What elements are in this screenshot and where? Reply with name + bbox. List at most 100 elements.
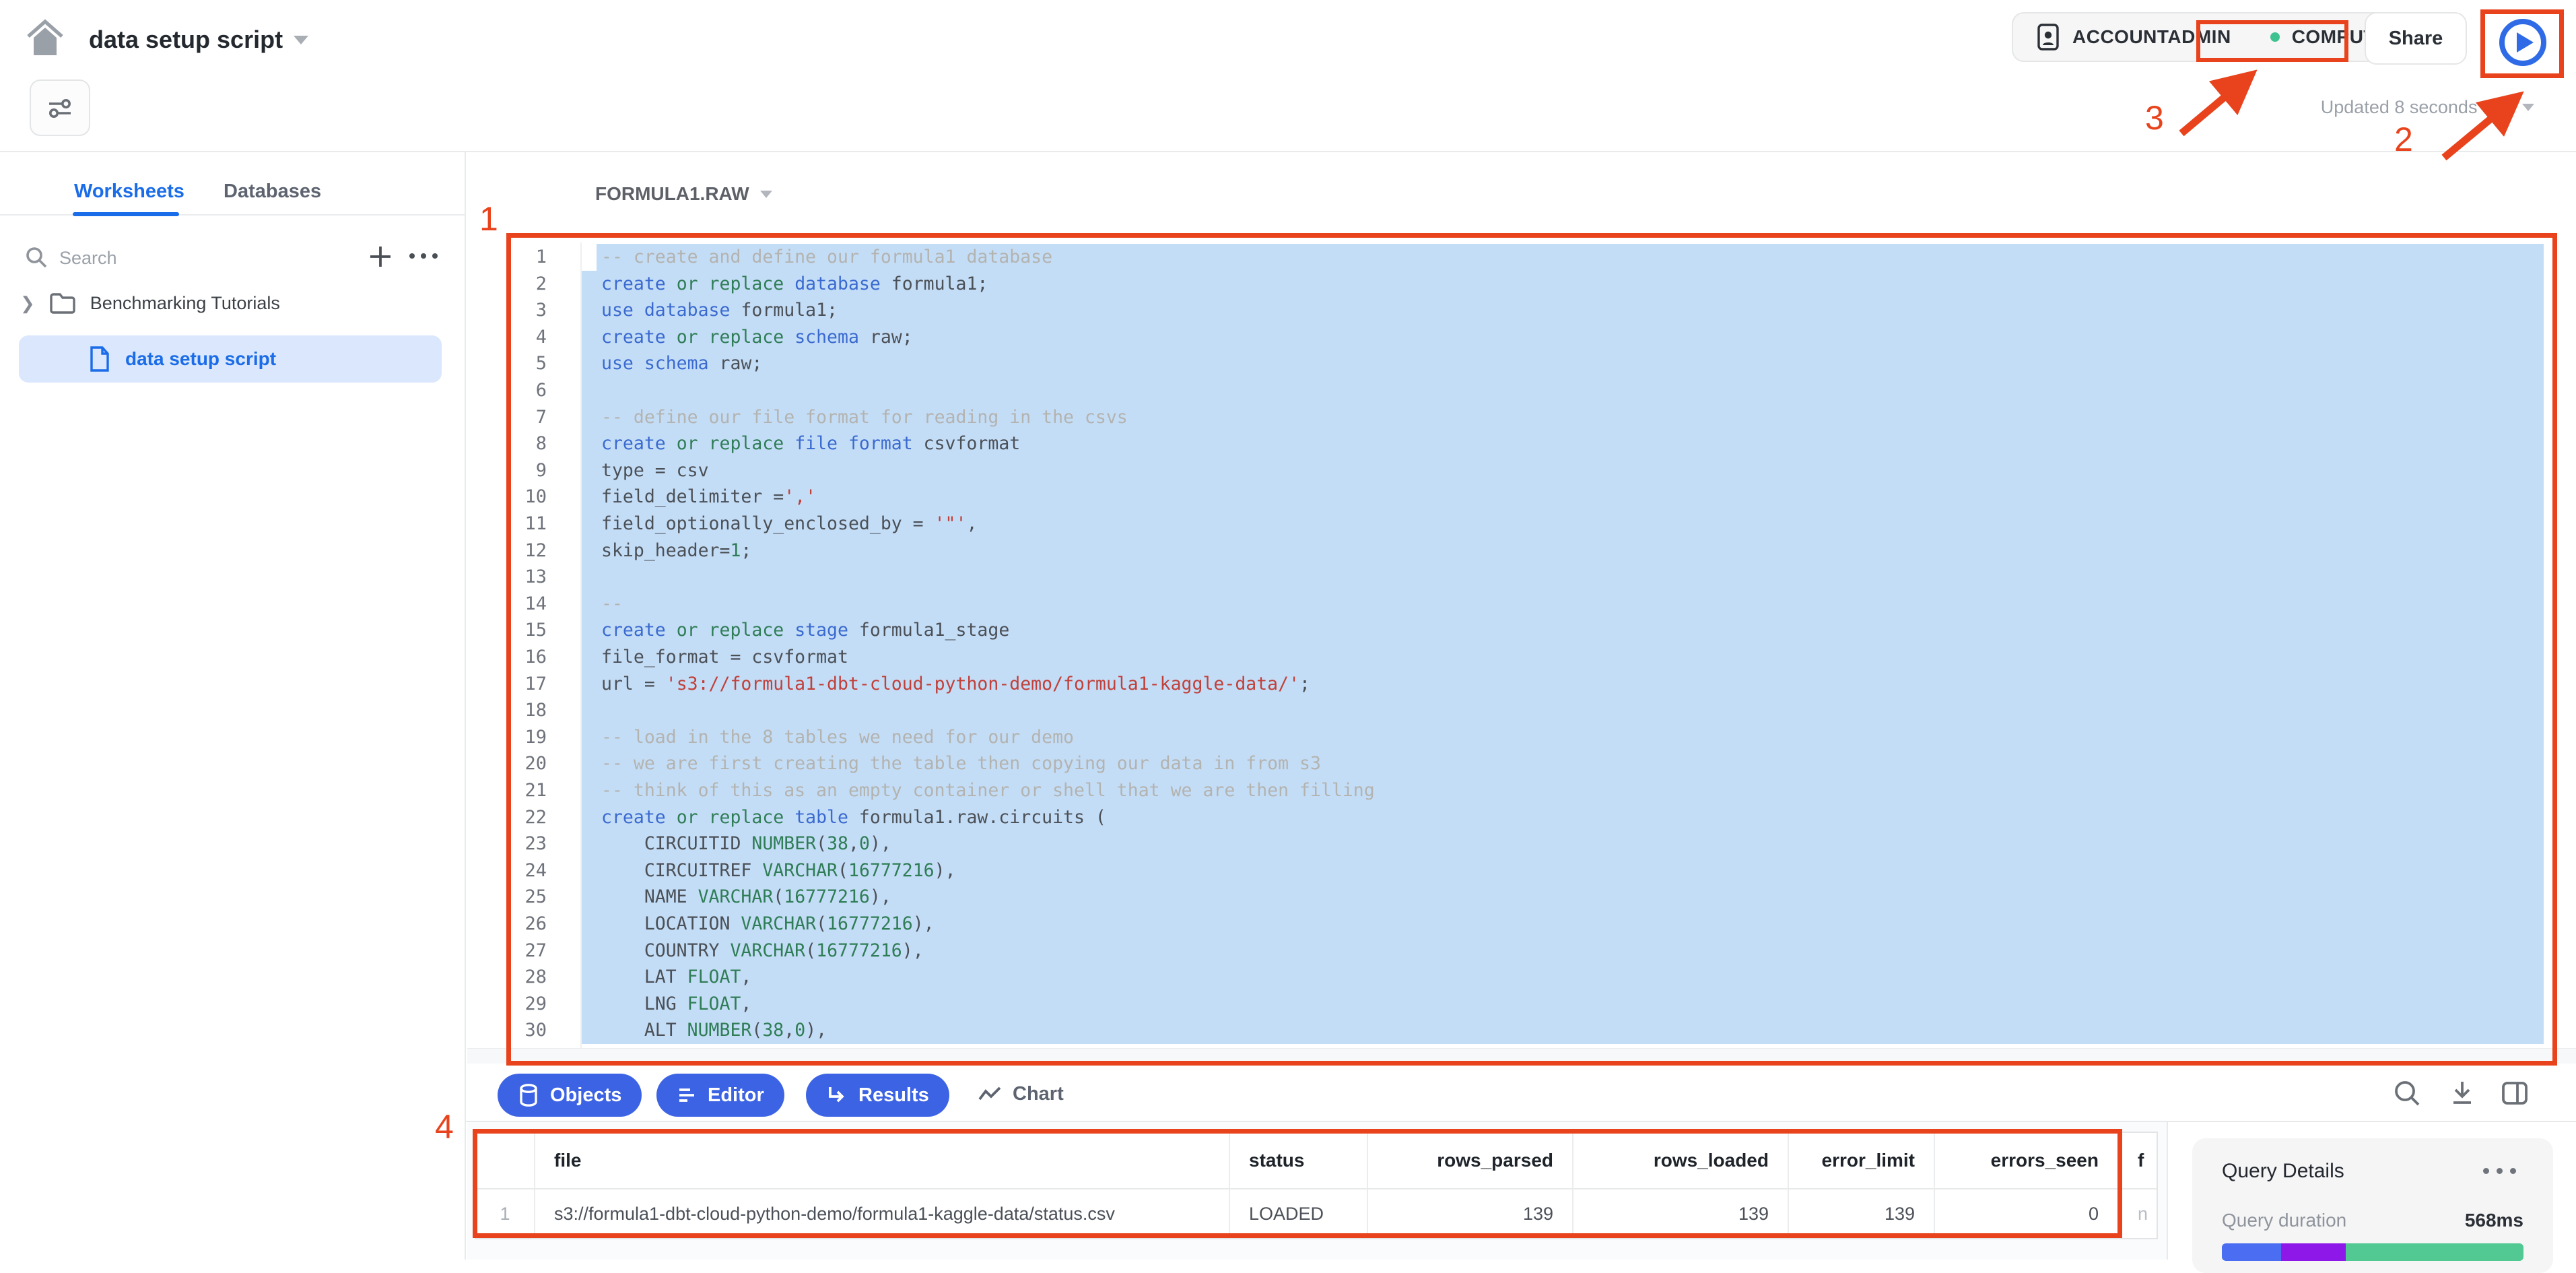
objects-label: Objects — [550, 1084, 621, 1107]
code-line[interactable]: LOCATION VARCHAR(16777216), — [582, 911, 2544, 938]
table-cell: 1 — [476, 1189, 535, 1238]
code-line[interactable]: create or replace database formula1; — [582, 271, 2544, 298]
code-line[interactable]: -- load in the 8 tables we need for our … — [582, 724, 2544, 751]
code-line[interactable]: skip_header=1; — [582, 537, 2544, 564]
code-token: , — [741, 993, 751, 1014]
code-line[interactable]: CIRCUITREF VARCHAR(16777216), — [582, 857, 2544, 884]
code-line[interactable]: CIRCUITID NUMBER(38,0), — [582, 830, 2544, 857]
code-line[interactable]: file_format = csvformat — [582, 644, 2544, 671]
code-token: VARCHAR — [762, 860, 838, 881]
code-token: create — [601, 807, 677, 828]
table-cell: 139 — [1789, 1189, 1935, 1238]
editor-horizontal-scrollbar[interactable] — [467, 1048, 2576, 1064]
code-line[interactable] — [582, 697, 2544, 724]
table-header-cell: rows_loaded — [1573, 1133, 1789, 1188]
code-line[interactable]: field_optionally_enclosed_by = '"', — [582, 511, 2544, 537]
code-line[interactable]: -- think of this as an empty container o… — [582, 777, 2544, 804]
results-table: filestatusrows_parsedrows_loadederror_li… — [475, 1132, 2158, 1239]
code-line[interactable]: -- — [582, 591, 2544, 618]
search-results-button[interactable] — [2392, 1078, 2422, 1112]
editor-button[interactable]: Editor — [656, 1074, 784, 1117]
line-number: 15 — [493, 617, 547, 644]
duration-bar-segment — [2222, 1243, 2281, 1261]
columns-icon — [2499, 1078, 2530, 1109]
line-number: 4 — [493, 324, 547, 351]
code-line[interactable]: NAME VARCHAR(16777216), — [582, 884, 2544, 911]
code-token: , — [966, 513, 977, 534]
code-line[interactable]: create or replace file format csvformat — [582, 430, 2544, 457]
code-line[interactable] — [582, 564, 2544, 591]
table-header-cell: errors_seen — [1935, 1133, 2119, 1188]
table-cell: 139 — [1368, 1189, 1573, 1238]
code-line[interactable]: LAT FLOAT, — [582, 964, 2544, 991]
code-line[interactable]: -- we are first creating the table then … — [582, 750, 2544, 777]
code-line[interactable]: use database formula1; — [582, 297, 2544, 324]
code-token: file format — [794, 433, 923, 454]
code-line[interactable]: -- define our file format for reading in… — [582, 404, 2544, 431]
duration-bar-segment — [2281, 1243, 2346, 1261]
duration-bar-segment — [2346, 1243, 2523, 1261]
table-row[interactable]: 1s3://formula1-dbt-cloud-python-demo/for… — [476, 1189, 2157, 1238]
code-line[interactable]: use schema raw; — [582, 350, 2544, 377]
line-number: 3 — [493, 297, 547, 324]
code-token: CIRCUITID — [601, 833, 751, 854]
code-token: database — [794, 273, 891, 294]
code-token: or replace — [677, 273, 795, 294]
code-line[interactable]: create or replace schema raw; — [582, 324, 2544, 351]
code-token: ), — [913, 913, 935, 934]
line-number: 13 — [493, 564, 547, 591]
code-token: 16777216 — [816, 940, 902, 961]
table-cell: LOADED — [1230, 1189, 1368, 1238]
code-token: , — [741, 967, 751, 987]
table-header-cell — [476, 1133, 535, 1188]
code-token: -- we are first creating the table then … — [601, 753, 1321, 774]
code-line[interactable]: type = csv — [582, 457, 2544, 484]
table-cell: n — [2119, 1189, 2158, 1238]
table-header-cell: rows_parsed — [1368, 1133, 1573, 1188]
code-line[interactable]: -- create and define our formula1 databa… — [597, 244, 2544, 271]
chart-tab[interactable]: Chart — [978, 1083, 1064, 1105]
code-token: 0 — [794, 1020, 805, 1041]
code-line[interactable]: url = 's3://formula1-dbt-cloud-python-de… — [582, 671, 2544, 698]
query-details-menu-button[interactable] — [2483, 1168, 2516, 1174]
code-token: csvformat — [924, 433, 1021, 454]
code-token: NAME — [601, 886, 698, 907]
code-token: ), — [902, 940, 924, 961]
code-line[interactable]: create or replace stage formula1_stage — [582, 617, 2544, 644]
code-token: raw; — [720, 353, 763, 374]
line-number: 24 — [493, 857, 547, 884]
code-line[interactable]: LNG FLOAT, — [582, 991, 2544, 1018]
code-token: ( — [838, 860, 848, 881]
download-results-button[interactable] — [2447, 1078, 2478, 1112]
code-line[interactable]: field_delimiter =',' — [582, 484, 2544, 511]
objects-button[interactable]: Objects — [498, 1074, 642, 1117]
details-panel-divider — [2167, 1121, 2168, 1260]
code-line[interactable]: create or replace table formula1.raw.cir… — [582, 804, 2544, 831]
code-token: ( — [816, 833, 827, 854]
line-number: 26 — [493, 911, 547, 938]
code-line[interactable] — [582, 377, 2544, 404]
table-cell: s3://formula1-dbt-cloud-python-demo/form… — [535, 1189, 1230, 1238]
code-token: CIRCUITREF — [601, 860, 762, 881]
code-token: create — [601, 273, 677, 294]
line-number: 11 — [493, 511, 547, 537]
code-token: create — [601, 433, 677, 454]
code-token: url = — [601, 674, 666, 694]
split-panel-button[interactable] — [2499, 1078, 2530, 1112]
code-token: '"' — [935, 513, 967, 534]
results-label: Results — [858, 1084, 929, 1107]
code-token: create — [601, 327, 677, 348]
code-token: -- think of this as an empty container o… — [601, 780, 1375, 801]
code-token: ; — [1299, 674, 1310, 694]
results-button[interactable]: Results — [806, 1074, 949, 1117]
code-token: ), — [935, 860, 956, 881]
sql-editor[interactable]: 1 -- create and define our formula1 datab… — [0, 0, 2576, 1260]
code-token: -- define our file format for reading in… — [601, 407, 1128, 428]
code-line[interactable]: ALT NUMBER(38,0), — [582, 1017, 2544, 1044]
code-line[interactable]: COUNTRY VARCHAR(16777216), — [582, 938, 2544, 965]
code-token: ALT — [601, 1020, 687, 1041]
code-token: type = csv — [601, 460, 709, 481]
gutter-divider — [580, 242, 582, 1048]
query-duration-label: Query duration — [2222, 1210, 2346, 1231]
line-number: 29 — [493, 991, 547, 1018]
